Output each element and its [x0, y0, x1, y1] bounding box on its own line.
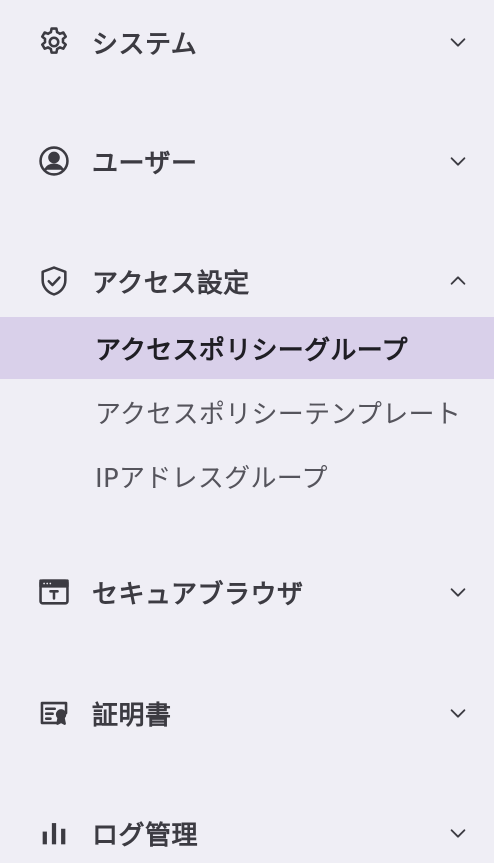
sidebar-item-label: システム: [92, 29, 198, 60]
sidebar-item-users[interactable]: ユーザー: [0, 131, 494, 191]
bar-chart-icon: [36, 815, 72, 851]
sidebar-item-access-settings[interactable]: アクセス設定: [0, 251, 494, 311]
user-circle-icon: [36, 143, 72, 179]
sidebar-item-label: ログ管理: [92, 820, 199, 851]
sidebar-item-label: アクセス設定: [92, 268, 250, 299]
chevron-down-icon[interactable]: [444, 819, 472, 847]
certificate-icon: [36, 695, 72, 731]
sidebar: システム ユーザー アクセス設定 アクセスポリシーグループ アクセスポリシーテン…: [0, 0, 494, 862]
chevron-down-icon[interactable]: [444, 28, 472, 56]
sidebar-item-log-management[interactable]: ログ管理: [0, 803, 494, 863]
sidebar-subitem-label: アクセスポリシーテンプレート: [95, 399, 462, 430]
sidebar-subitem-access-policy-template[interactable]: アクセスポリシーテンプレート: [0, 381, 494, 443]
chevron-up-icon[interactable]: [444, 267, 472, 295]
chevron-down-icon[interactable]: [444, 578, 472, 606]
sidebar-subitem-label: IPアドレスグループ: [95, 463, 328, 494]
sidebar-item-label: 証明書: [92, 700, 172, 731]
sidebar-subitem-label: アクセスポリシーグループ: [95, 335, 408, 366]
chevron-down-icon[interactable]: [444, 147, 472, 175]
gear-icon: [36, 24, 72, 60]
sidebar-subitem-access-policy-group[interactable]: アクセスポリシーグループ: [0, 317, 494, 379]
sidebar-item-system[interactable]: システム: [0, 12, 494, 72]
browser-window-icon: [36, 574, 72, 610]
chevron-down-icon[interactable]: [444, 699, 472, 727]
sidebar-subitem-ip-address-group[interactable]: IPアドレスグループ: [0, 445, 494, 507]
sidebar-item-secure-browser[interactable]: セキュアブラウザ: [0, 562, 494, 622]
sidebar-item-label: ユーザー: [92, 148, 198, 179]
sidebar-item-label: セキュアブラウザ: [92, 579, 304, 610]
sidebar-item-certificates[interactable]: 証明書: [0, 683, 494, 743]
shield-check-icon: [36, 263, 72, 299]
